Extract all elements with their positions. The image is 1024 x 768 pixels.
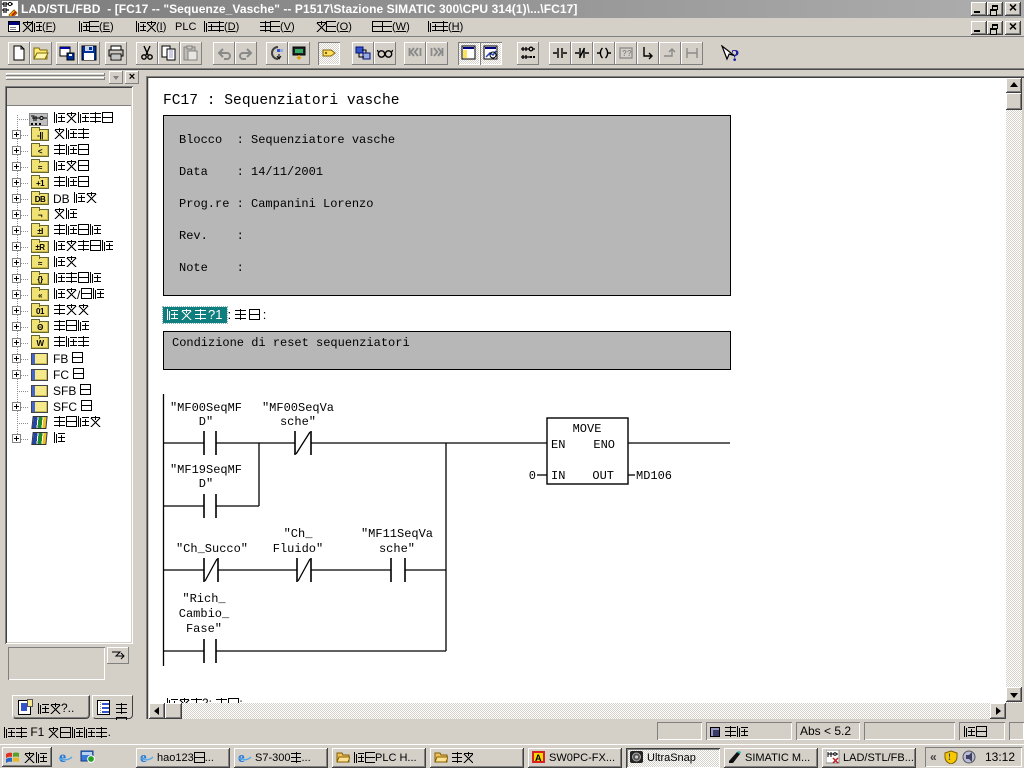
svg-text:″Ch_: ″Ch_ xyxy=(284,527,314,541)
svg-text:IN: IN xyxy=(551,469,565,483)
svg-text:MOVE: MOVE xyxy=(573,422,602,436)
svg-text:D″: D″ xyxy=(199,415,213,429)
svg-text:″Ch_Succo″: ″Ch_Succo″ xyxy=(176,542,248,556)
svg-text:D″: D″ xyxy=(199,477,213,491)
svg-text:″MF11SeqVa: ″MF11SeqVa xyxy=(361,527,433,541)
svg-text:MD106: MD106 xyxy=(636,469,672,483)
svg-text:sche″: sche″ xyxy=(379,542,415,556)
svg-text:0: 0 xyxy=(529,469,536,483)
svg-text:sche″: sche″ xyxy=(280,415,316,429)
svg-text:EN: EN xyxy=(551,438,565,452)
svg-text:OUT: OUT xyxy=(592,469,614,483)
svg-text:Cambio_: Cambio_ xyxy=(179,607,230,621)
svg-text:e: e xyxy=(59,749,66,764)
svg-text:e: e xyxy=(238,750,245,764)
svg-text:Fase″: Fase″ xyxy=(186,622,222,636)
svg-text:ENO: ENO xyxy=(593,438,615,452)
svg-text:?: ? xyxy=(731,46,740,65)
svg-text:A: A xyxy=(535,753,542,763)
svg-text:″MF00SeqVa: ″MF00SeqVa xyxy=(262,401,334,415)
svg-text:Fluido″: Fluido″ xyxy=(273,542,323,556)
svg-text:!: ! xyxy=(948,752,951,762)
svg-text:″Rich_: ″Rich_ xyxy=(182,592,226,606)
svg-text:″MF19SeqMF: ″MF19SeqMF xyxy=(170,463,242,477)
svg-text:??: ?? xyxy=(622,49,632,58)
svg-text:″MF00SeqMF: ″MF00SeqMF xyxy=(170,401,242,415)
svg-text:e: e xyxy=(140,750,147,764)
